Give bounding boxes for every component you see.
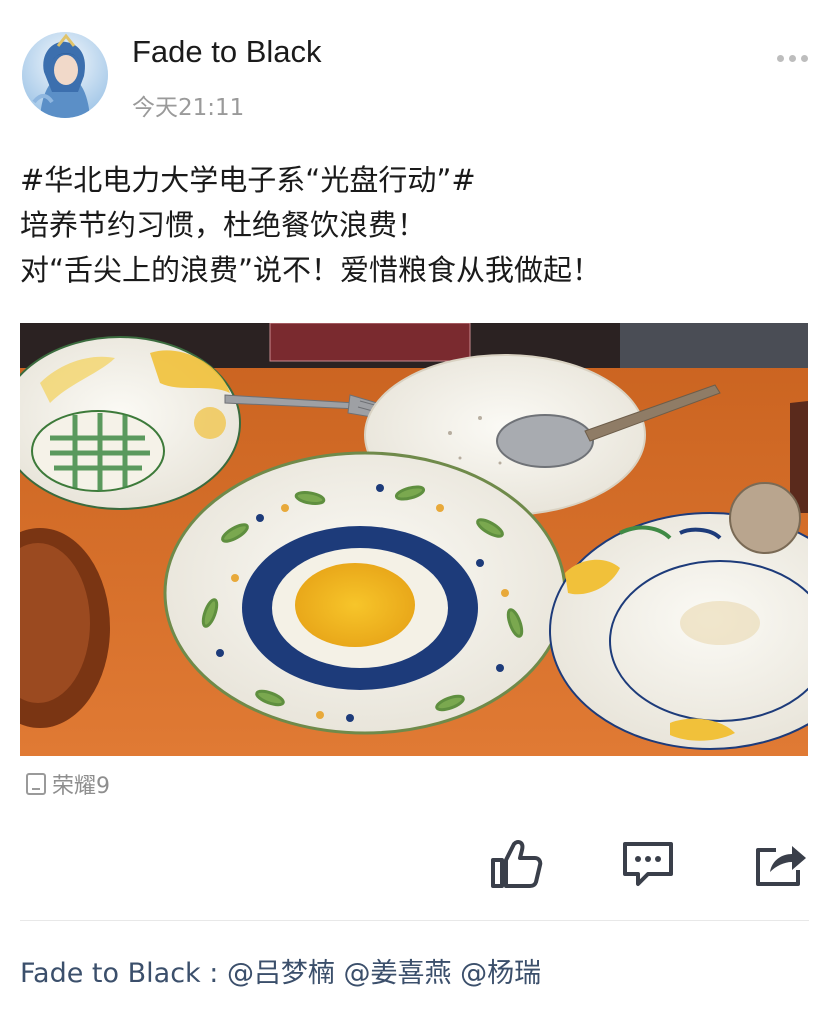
thumbs-up-icon: [491, 840, 543, 888]
device-info: 荣耀9: [26, 768, 110, 800]
phone-icon: [26, 773, 46, 795]
post-text-line: #华北电力大学电子系“光盘行动”#: [20, 163, 476, 197]
avatar[interactable]: [22, 32, 108, 118]
mention-link[interactable]: @杨瑞: [460, 958, 541, 989]
weibo-post: Fade to Black 今天21:11 #华北电力大学电子系“光盘行动”# …: [0, 0, 827, 1015]
mention-link[interactable]: @吕梦楠: [227, 958, 335, 989]
like-button[interactable]: [488, 836, 544, 892]
action-bar: [0, 836, 827, 896]
comment-author[interactable]: Fade to Black: [20, 958, 201, 989]
share-arrow-icon: [756, 846, 806, 886]
post-text-line: 对“舌尖上的浪费”说不！爱惜粮食从我做起！: [20, 253, 602, 287]
comment-row: Fade to Black : @吕梦楠 @姜喜燕 @杨瑞: [20, 951, 541, 990]
divider: [20, 920, 809, 921]
more-dots-icon[interactable]: [777, 48, 813, 68]
post-text: #华北电力大学电子系“光盘行动”# 培养节约习惯，杜绝餐饮浪费！ 对“舌尖上的浪…: [20, 158, 810, 293]
comment-bubble-icon: [623, 842, 673, 886]
username[interactable]: Fade to Black: [132, 34, 322, 70]
comment-button[interactable]: [620, 836, 676, 892]
post-photo[interactable]: [20, 323, 808, 756]
device-name: 荣耀9: [52, 774, 110, 799]
post-time: 今天21:11: [132, 95, 245, 121]
comment-separator: :: [200, 958, 227, 989]
post-text-line: 培养节约习惯，杜绝餐饮浪费！: [20, 208, 427, 242]
avatar-image: [22, 32, 108, 118]
mention-link[interactable]: @姜喜燕: [344, 958, 452, 989]
share-button[interactable]: [752, 836, 808, 892]
empty-plates-image: [20, 323, 808, 756]
